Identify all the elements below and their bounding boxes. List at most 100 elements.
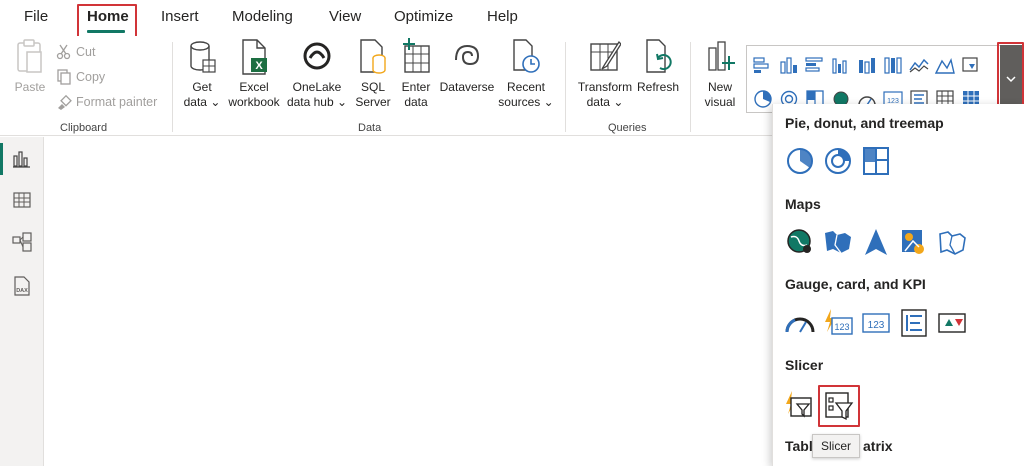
slicer-tooltip: Slicer [812,434,860,458]
chevron-down-icon: ⌄ [609,95,624,109]
database-icon [190,41,216,73]
menu-insert[interactable]: Insert [161,8,199,25]
pie-chart-icon[interactable] [785,146,815,176]
card-new-icon[interactable]: 123 [823,308,853,338]
tooltip-text: Slicer [820,439,851,453]
table-view-icon[interactable] [11,189,33,211]
visuals-flyout-panel: Pie, donut, and treemap Maps Gauge, card… [772,104,1024,466]
section-title-table-partial-2: atrix [863,438,893,454]
onelake-icon [303,42,331,70]
paintbrush-icon [58,94,72,110]
azure-map-icon[interactable] [861,227,891,257]
stacked-bar-100-chart-icon[interactable] [857,56,877,74]
new-visual-button[interactable]: New visual [698,38,742,110]
stacked-bar-chart-icon[interactable] [753,56,773,74]
get-data-label-1: Get [192,80,212,94]
globe-map-icon[interactable] [785,227,815,257]
filled-map-icon[interactable] [823,227,853,257]
paste-icon [17,39,42,73]
clustered-column-chart-icon[interactable] [831,56,851,74]
stacked-column-chart-icon[interactable] [779,56,799,74]
recent-label-2: sources [498,95,541,109]
scissors-icon [56,44,71,60]
separator [172,42,173,132]
ribbon-chart-icon[interactable] [961,56,981,74]
format-painter-label: Format painter [76,95,158,109]
paste-button[interactable]: Paste [10,38,50,95]
line-chart-icon[interactable] [909,56,929,74]
queries-group-label: Queries [608,122,647,134]
svg-text:X: X [255,60,263,72]
shape-map-icon[interactable] [937,227,967,257]
menu-modeling[interactable]: Modeling [232,8,293,25]
svg-text:DAX: DAX [16,288,28,294]
menu-bar: File Home Insert Modeling View Optimize … [0,0,1024,40]
onelake-data-hub-button[interactable]: OneLake data hub ⌄ [286,38,348,110]
report-view-icon[interactable] [11,148,33,170]
new-visual-icon [708,41,735,71]
transform-label-2: data [586,95,610,109]
clipboard-group-label: Clipboard [60,122,108,134]
section-title-pie: Pie, donut, and treemap [785,115,944,131]
enter-data-label-1: Enter [401,80,431,94]
get-data-button[interactable]: Get data ⌄ [180,38,224,110]
model-view-icon[interactable] [11,231,33,253]
stacked-column-100-chart-icon[interactable] [883,56,903,74]
active-view-indicator [0,143,3,175]
dataverse-button[interactable]: Dataverse [438,38,496,95]
refresh-button[interactable]: Refresh [636,38,680,95]
sql-label-2: Server [355,95,391,109]
transform-data-button[interactable]: Transform data ⌄ [574,38,636,110]
home-highlight-box [77,4,137,40]
arcgis-map-icon[interactable] [899,227,929,257]
copy-button[interactable]: Copy [56,69,105,85]
cut-button[interactable]: Cut [56,44,95,60]
paste-label: Paste [14,80,46,94]
gauge-icon[interactable] [785,308,815,338]
menu-view[interactable]: View [329,8,361,25]
chevron-down-icon: ⌄ [333,95,348,109]
clustered-bar-chart-icon[interactable] [805,56,825,74]
multi-row-card-icon[interactable] [899,308,929,338]
excel-workbook-button[interactable]: X Excel workbook [224,38,284,110]
chevron-down-icon: ⌄ [540,95,554,109]
chevron-down-icon: ⌄ [206,95,221,109]
new-visual-label-1: New [707,80,732,94]
donut-chart-icon[interactable] [823,146,853,176]
separator [565,42,566,132]
refresh-label: Refresh [636,80,680,94]
treemap-icon[interactable] [861,146,891,176]
excel-label-1: Excel [239,80,269,94]
transform-label-1: Transform [577,80,633,94]
dataverse-label: Dataverse [439,80,495,94]
area-chart-icon[interactable] [935,56,955,74]
dax-query-view-icon[interactable]: DAX [11,275,33,297]
visuals-gallery: 123 [746,45,1002,113]
copy-label: Copy [76,70,106,84]
copy-icon [57,69,71,85]
svg-text:123: 123 [834,322,849,332]
get-data-label-2: data [183,95,207,109]
section-title-table-partial-1: Tabl [785,438,813,454]
section-title-maps: Maps [785,196,821,212]
menu-help[interactable]: Help [487,8,518,25]
menu-optimize[interactable]: Optimize [394,8,453,25]
refresh-icon [646,39,672,73]
dataverse-icon [455,44,480,66]
excel-label-2: workbook [228,95,280,109]
sql-label-1: SQL [360,80,385,94]
recent-sources-icon [513,39,540,73]
kpi-icon[interactable] [937,308,967,338]
recent-sources-button[interactable]: Recent sources ⌄ [498,38,554,110]
pie-chart-icon[interactable] [753,90,773,108]
menu-file[interactable]: File [24,8,48,25]
onelake-label-2: data hub [286,95,334,109]
enter-data-button[interactable]: Enter data [396,38,436,110]
section-title-slicer: Slicer [785,357,824,373]
card-icon[interactable]: 123 [861,308,891,338]
button-slicer-icon[interactable] [783,390,813,420]
sql-server-button[interactable]: SQL Server [352,38,394,110]
format-painter-button[interactable]: Format painter [56,94,157,110]
enter-data-label-2: data [404,95,428,109]
slicer-icon[interactable] [824,391,854,421]
